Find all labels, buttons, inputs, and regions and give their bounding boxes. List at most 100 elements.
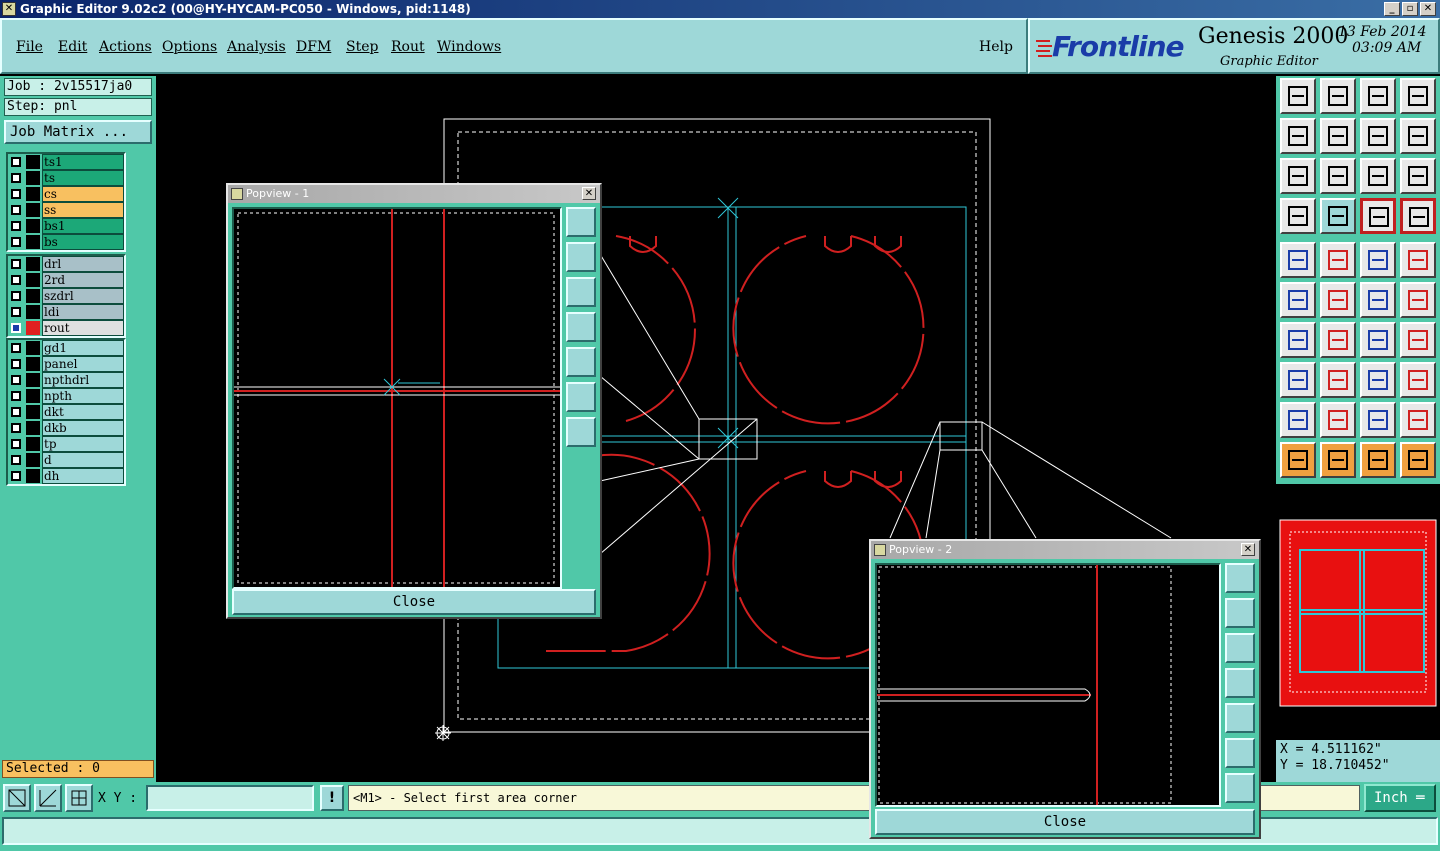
popview-pan-up-button[interactable] xyxy=(1225,598,1255,628)
layer-row-ts[interactable]: ts xyxy=(8,170,124,186)
layer-row-rout[interactable]: rout xyxy=(8,320,124,336)
menu-dfm[interactable]: DFM xyxy=(296,39,331,55)
angle-tool-button[interactable] xyxy=(1280,322,1316,358)
tri-fill-tool-button[interactable] xyxy=(1360,402,1396,438)
popview-pan-right-button[interactable] xyxy=(1225,703,1255,733)
menu-options[interactable]: Options xyxy=(162,39,217,55)
popview-zoom-in-button[interactable] xyxy=(566,382,596,412)
layer-checkbox[interactable] xyxy=(11,423,21,433)
menu-step[interactable]: Step xyxy=(346,39,378,55)
move-tool-button[interactable] xyxy=(1280,362,1316,398)
layer-row-dh[interactable]: dh xyxy=(8,468,124,484)
layer-checkbox[interactable] xyxy=(11,343,21,353)
xy-input[interactable] xyxy=(146,785,314,811)
restore-button[interactable]: ▫ xyxy=(1402,2,1418,16)
tri-line-tool-button[interactable] xyxy=(1400,402,1436,438)
popview-canvas[interactable] xyxy=(232,207,562,589)
popview-zoom-in-button[interactable] xyxy=(1225,738,1255,768)
layer-row-npth[interactable]: npth xyxy=(8,388,124,404)
unit-selector[interactable]: Inch ═ xyxy=(1364,784,1436,812)
slash-tool-button[interactable] xyxy=(1320,322,1356,358)
zoom-home-tool-button[interactable] xyxy=(1280,78,1316,114)
popview-close-button[interactable]: Close xyxy=(232,589,596,615)
layer-checkbox[interactable] xyxy=(11,237,21,247)
popview-pan-left-button[interactable] xyxy=(566,312,596,342)
arrow-tool-button[interactable] xyxy=(1280,442,1316,478)
layer-row-dkb[interactable]: dkb xyxy=(8,420,124,436)
popview-pan-up-button[interactable] xyxy=(566,242,596,272)
layer-checkbox[interactable] xyxy=(11,455,21,465)
arrow-alt-tool-button[interactable] xyxy=(1360,442,1396,478)
line-draw-tool-button[interactable] xyxy=(1320,242,1356,278)
layer-checkbox[interactable] xyxy=(11,291,21,301)
cross-tool-button[interactable] xyxy=(1320,282,1356,318)
layer-row-d[interactable]: d xyxy=(8,452,124,468)
center-tool-button[interactable] xyxy=(1360,362,1396,398)
menu-windows[interactable]: Windows xyxy=(437,39,501,55)
popview-zoom-button[interactable] xyxy=(1225,563,1255,593)
layer-row-bs1[interactable]: bs1 xyxy=(8,218,124,234)
layer-checkbox[interactable] xyxy=(11,407,21,417)
layer-checkbox[interactable] xyxy=(11,259,21,269)
feature-select-tool-button[interactable] xyxy=(1280,242,1316,278)
pan-left-tool-button[interactable] xyxy=(1280,118,1316,154)
layer-row-ldi[interactable]: ldi xyxy=(8,304,124,320)
undo-tool-button[interactable] xyxy=(1360,118,1396,154)
layers-tool-button[interactable] xyxy=(1360,198,1396,234)
layer-checkbox[interactable] xyxy=(11,439,21,449)
layers-alt-tool-button[interactable] xyxy=(1400,198,1436,234)
grid-tool-button[interactable] xyxy=(1320,198,1356,234)
grid-button[interactable] xyxy=(65,784,93,812)
layer-row-dkt[interactable]: dkt xyxy=(8,404,124,420)
tri-alt-tool-button[interactable] xyxy=(1320,402,1356,438)
layer-checkbox[interactable] xyxy=(11,375,21,385)
connect-tool-button[interactable] xyxy=(1280,282,1316,318)
help-tool-button[interactable] xyxy=(1400,158,1436,194)
layer-row-gd1[interactable]: gd1 xyxy=(8,340,124,356)
pan-right-tool-button[interactable] xyxy=(1320,118,1356,154)
popview-zoom-button[interactable] xyxy=(566,207,596,237)
popview-pan-down-button[interactable] xyxy=(566,277,596,307)
layer-checkbox[interactable] xyxy=(11,275,21,285)
alert-button[interactable]: ! xyxy=(320,785,344,811)
layer-checkbox[interactable] xyxy=(11,221,21,231)
menu-help[interactable]: Help xyxy=(979,39,1013,55)
snap-tool-button[interactable] xyxy=(1280,198,1316,234)
layer-row-tp[interactable]: tp xyxy=(8,436,124,452)
layer-row-npthdrl[interactable]: npthdrl xyxy=(8,372,124,388)
menu-actions[interactable]: Actions xyxy=(99,39,152,55)
layer-checkbox[interactable] xyxy=(11,391,21,401)
zoom-fit-tool-button[interactable] xyxy=(1320,158,1356,194)
popview-close-x[interactable]: ✕ xyxy=(582,187,596,200)
layer-row-panel[interactable]: panel xyxy=(8,356,124,372)
job-matrix-button[interactable]: Job Matrix ... xyxy=(4,120,152,144)
layer-row-szdrl[interactable]: szdrl xyxy=(8,288,124,304)
point-alt-tool-button[interactable] xyxy=(1400,282,1436,318)
route-tool-button[interactable] xyxy=(1400,442,1436,478)
popview-close-button[interactable]: Close xyxy=(875,809,1255,835)
layer-checkbox[interactable] xyxy=(11,205,21,215)
copy-tool-button[interactable] xyxy=(1400,362,1436,398)
layer-row-cs[interactable]: cs xyxy=(8,186,124,202)
layer-checkbox[interactable] xyxy=(11,307,21,317)
pan-down-tool-button[interactable] xyxy=(1320,78,1356,114)
layer-checkbox[interactable] xyxy=(11,173,21,183)
popview-zoom-out-button[interactable] xyxy=(566,417,596,447)
popview-pan-right-button[interactable] xyxy=(566,347,596,377)
layer-checkbox[interactable] xyxy=(11,471,21,481)
pad-tool-button[interactable] xyxy=(1400,242,1436,278)
popview-zoom-out-button[interactable] xyxy=(1225,773,1255,803)
layer-row-ss[interactable]: ss xyxy=(8,202,124,218)
layer-row-2rd[interactable]: 2rd xyxy=(8,272,124,288)
menu-edit[interactable]: Edit xyxy=(58,39,87,55)
fit-tool-button[interactable] xyxy=(1280,158,1316,194)
layer-checkbox[interactable] xyxy=(11,323,21,333)
menu-file[interactable]: File xyxy=(16,39,43,55)
layer-row-drl[interactable]: drl xyxy=(8,256,124,272)
arc-tool-button[interactable] xyxy=(1360,322,1396,358)
layer-checkbox[interactable] xyxy=(11,157,21,167)
popview-pan-left-button[interactable] xyxy=(1225,668,1255,698)
measure-button[interactable] xyxy=(34,784,62,812)
minimize-button[interactable]: _ xyxy=(1384,2,1400,16)
text-tool-button[interactable] xyxy=(1400,322,1436,358)
